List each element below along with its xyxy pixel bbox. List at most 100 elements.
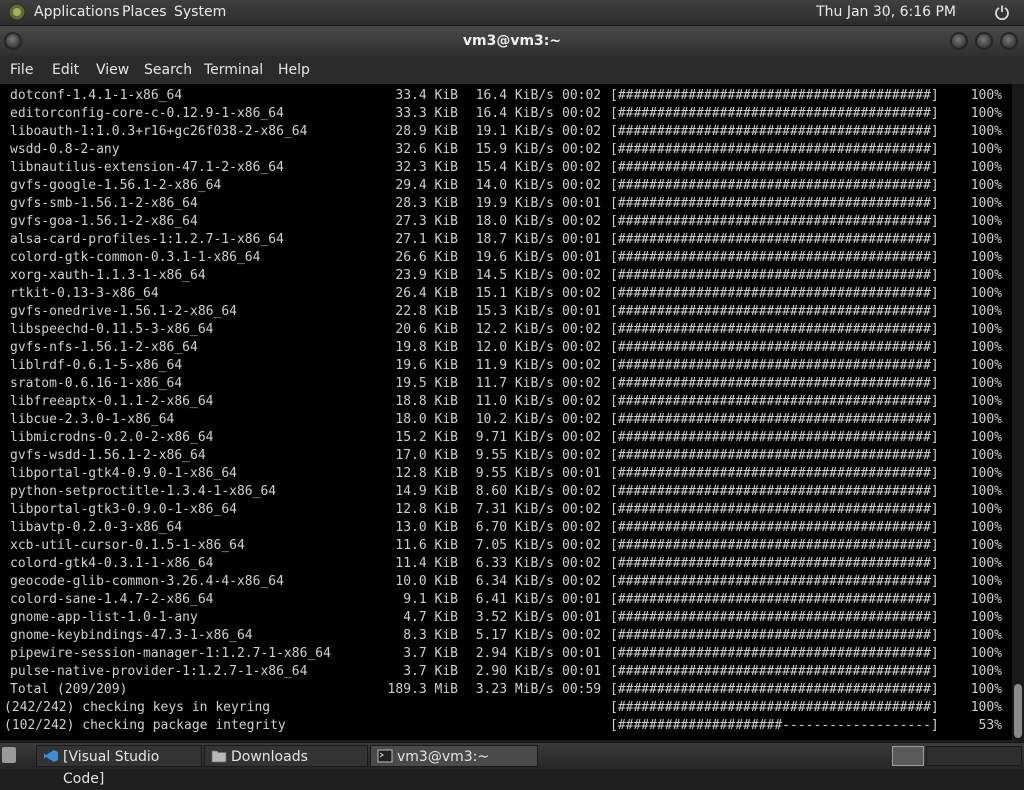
download-rate: 15.4 KiB/s (475, 160, 554, 175)
elapsed-time: 00:02 (562, 160, 602, 175)
download-row: pulse-native-provider-1:1.2.7-1-x86_64 3.… (0, 663, 1010, 681)
step-message: (242/242) checking keys in keyring (4, 700, 271, 715)
download-row: liboauth-1:1.0.3+r16+gc26f038-2-x86_64 28… (0, 123, 1010, 141)
task-vscode[interactable]: [Visual Studio Code] (36, 745, 202, 787)
elapsed-time: 00:01 (562, 664, 602, 679)
download-row: gvfs-goa-1.56.1-2-x86_64 27.3 KiB 18.0 KiB… (0, 213, 1010, 231)
package-size: 9.1 KiB (403, 592, 458, 607)
download-rate: 7.05 KiB/s (475, 538, 554, 553)
package-name: geocode-glib-common-3.26.4-4-x86_64 (10, 574, 284, 589)
menu-terminal[interactable]: Terminal (204, 62, 263, 78)
window-titlebar[interactable]: vm3@vm3:~ (0, 26, 1024, 56)
progress-bar: [#######################################… (610, 376, 939, 391)
package-size: 3.7 KiB (403, 664, 458, 679)
download-rate: 7.31 KiB/s (475, 502, 554, 517)
task-downloads[interactable]: Downloads (204, 745, 368, 767)
menu-help[interactable]: Help (278, 62, 310, 78)
download-rate: 2.90 KiB/s (475, 664, 554, 679)
places-menu[interactable]: Places (122, 4, 167, 20)
total-size: 189.3 MiB (387, 682, 458, 697)
package-size: 13.0 KiB (395, 520, 458, 535)
download-rate: 15.9 KiB/s (475, 142, 554, 157)
elapsed-time: 00:02 (562, 628, 602, 643)
package-name: pipewire-session-manager-1:1.2.7-1-x86_6… (10, 646, 331, 661)
progress-bar: [#######################################… (610, 448, 939, 463)
package-name: gvfs-google-1.56.1-2-x86_64 (10, 178, 222, 193)
package-size: 26.6 KiB (395, 250, 458, 265)
package-size: 14.9 KiB (395, 484, 458, 499)
progress-bar: [#######################################… (610, 556, 939, 571)
show-desktop-icon[interactable] (2, 747, 16, 763)
download-row: pipewire-session-manager-1:1.2.7-1-x86_6… (0, 645, 1010, 663)
progress-bar: [#######################################… (610, 232, 939, 247)
package-name: libportal-gtk4-0.9.0-1-x86_64 (10, 466, 237, 481)
progress-bar: [#######################################… (610, 106, 939, 121)
elapsed-time: 00:02 (562, 556, 602, 571)
task-terminal[interactable]: vm3@vm3:~ (370, 745, 538, 767)
progress-percent: 100% (970, 574, 1002, 589)
package-name: pulse-native-provider-1:1.2.7-1-x86_64 (10, 664, 308, 679)
download-row: libcue-2.3.0-1-x86_64 18.0 KiB 10.2 KiB/s 0… (0, 411, 1010, 429)
package-size: 28.3 KiB (395, 196, 458, 211)
applications-menu[interactable]: Applications (34, 4, 120, 20)
download-row: gvfs-nfs-1.56.1-2-x86_64 19.8 KiB 12.0 KiB… (0, 339, 1010, 357)
download-row: wsdd-0.8-2-any 32.6 KiB 15.9 KiB/s 00:02 [##… (0, 141, 1010, 159)
download-row: xorg-xauth-1.1.3-1-x86_64 23.9 KiB 14.5 Ki… (0, 267, 1010, 285)
download-rate: 9.71 KiB/s (475, 430, 554, 445)
package-name: sratom-0.6.16-1-x86_64 (10, 376, 183, 391)
download-rate: 6.41 KiB/s (475, 592, 554, 607)
progress-percent: 100% (970, 106, 1002, 121)
progress-percent: 100% (970, 394, 1002, 409)
progress-bar: [#######################################… (610, 142, 939, 157)
progress-percent: 100% (970, 286, 1002, 301)
download-rate: 11.9 KiB/s (475, 358, 554, 373)
terminal-output[interactable]: dotconf-1.4.1-1-x86_64 33.4 KiB 16.4 KiB/s… (0, 84, 1012, 740)
progress-bar: [#######################################… (610, 412, 939, 427)
download-rate: 12.2 KiB/s (475, 322, 554, 337)
maximize-button[interactable] (975, 32, 993, 50)
progress-percent: 100% (970, 250, 1002, 265)
clock[interactable]: Thu Jan 30, 6:16 PM (816, 4, 956, 20)
menu-edit[interactable]: Edit (52, 62, 79, 78)
download-row: sratom-0.6.16-1-x86_64 19.5 KiB 11.7 KiB/s… (0, 375, 1010, 393)
download-rate: 19.1 KiB/s (475, 124, 554, 139)
elapsed-time: 00:02 (562, 106, 602, 121)
total-row: Total (209/209) 189.3 MiB 3.23 MiB/s 00:59 [… (0, 681, 1010, 699)
scrollbar-thumb[interactable] (1014, 684, 1022, 738)
download-row: libnautilus-extension-47.1-2-x86_64 32.3 … (0, 159, 1010, 177)
download-row: gnome-app-list-1.0-1-any 4.7 KiB 3.52 KiB/… (0, 609, 1010, 627)
package-name: alsa-card-profiles-1:1.2.7-1-x86_64 (10, 232, 284, 247)
menu-file[interactable]: File (10, 62, 33, 78)
elapsed-time: 00:02 (562, 214, 602, 229)
download-rate: 19.6 KiB/s (475, 250, 554, 265)
menu-view[interactable]: View (96, 62, 129, 78)
package-size: 19.5 KiB (395, 376, 458, 391)
close-button[interactable] (1000, 32, 1018, 50)
progress-bar: [#######################################… (610, 304, 939, 319)
package-size: 29.4 KiB (395, 178, 458, 193)
elapsed-time: 00:01 (562, 592, 602, 607)
terminal-icon (377, 749, 393, 763)
package-name: xcb-util-cursor-0.1.5-1-x86_64 (10, 538, 245, 553)
elapsed-time: 00:02 (562, 430, 602, 445)
minimize-button[interactable] (950, 32, 968, 50)
download-row: libmicrodns-0.2.0-2-x86_64 15.2 KiB 9.71 K… (0, 429, 1010, 447)
package-size: 15.2 KiB (395, 430, 458, 445)
package-size: 32.3 KiB (395, 160, 458, 175)
progress-percent: 100% (970, 646, 1002, 661)
download-row: colord-sane-1.4.7-2-x86_64 9.1 KiB 6.41 Ki… (0, 591, 1010, 609)
task-label: [Visual Studio Code] (63, 749, 160, 787)
progress-percent: 100% (970, 412, 1002, 427)
power-icon[interactable] (994, 4, 1010, 20)
workspace-1[interactable] (892, 746, 924, 766)
elapsed-time: 00:02 (562, 448, 602, 463)
step-progress-bar: [#######################################… (610, 700, 939, 715)
download-row: python-setproctitle-1.3.4-1-x86_64 14.9 K… (0, 483, 1010, 501)
gnome-foot-icon[interactable] (8, 3, 26, 21)
workspace-2[interactable] (926, 746, 1022, 766)
menu-search[interactable]: Search (144, 62, 192, 78)
terminal-scrollbar[interactable] (1012, 84, 1024, 740)
package-size: 33.4 KiB (395, 88, 458, 103)
system-menu[interactable]: System (174, 4, 226, 20)
package-size: 12.8 KiB (395, 466, 458, 481)
